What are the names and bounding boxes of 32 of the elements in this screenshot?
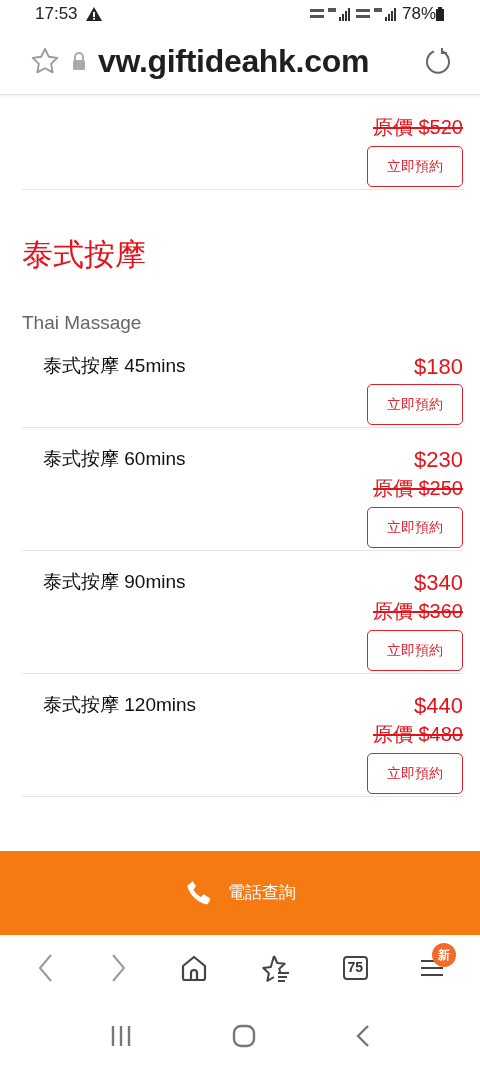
call-button[interactable]: 電話查詢 <box>0 851 480 935</box>
original-price: 原價 $360 <box>372 599 463 624</box>
new-badge: 新 <box>431 943 456 968</box>
warning-icon <box>85 7 102 21</box>
service-name: 泰式按摩 45mins <box>43 354 186 378</box>
section-subtitle: Thai Massage <box>22 311 143 335</box>
book-button[interactable]: 立即預約 <box>367 630 463 671</box>
original-price: 原價 $480 <box>372 722 463 747</box>
book-button[interactable]: 立即預約 <box>367 753 463 794</box>
book-button[interactable]: 立即預約 <box>367 384 463 425</box>
price: $440 <box>414 693 463 719</box>
service-name: 泰式按摩 90mins <box>43 570 186 594</box>
battery-icon <box>436 7 444 21</box>
section-heading: 泰式按摩 <box>22 236 147 274</box>
battery-percent: 78% <box>401 3 436 26</box>
price: $340 <box>414 570 463 596</box>
star-icon[interactable] <box>30 47 60 75</box>
price: $230 <box>414 447 463 473</box>
original-price: 原價 $250 <box>372 476 463 501</box>
service-name: 泰式按摩 120mins <box>43 693 197 717</box>
lock-icon <box>72 52 86 70</box>
url-text[interactable]: vw.giftideahk.com <box>98 37 412 85</box>
back-icon <box>354 1023 371 1048</box>
signal-icon <box>355 6 398 22</box>
signal-icon <box>309 6 352 22</box>
book-button[interactable]: 立即預約 <box>367 146 463 187</box>
service-name: 泰式按摩 60mins <box>43 447 186 471</box>
clock-time: 17:53 <box>35 3 78 26</box>
book-button[interactable]: 立即預約 <box>367 507 463 548</box>
original-price: 原價 $520 <box>372 115 463 140</box>
price: $180 <box>414 354 463 380</box>
reload-icon[interactable] <box>424 47 452 75</box>
